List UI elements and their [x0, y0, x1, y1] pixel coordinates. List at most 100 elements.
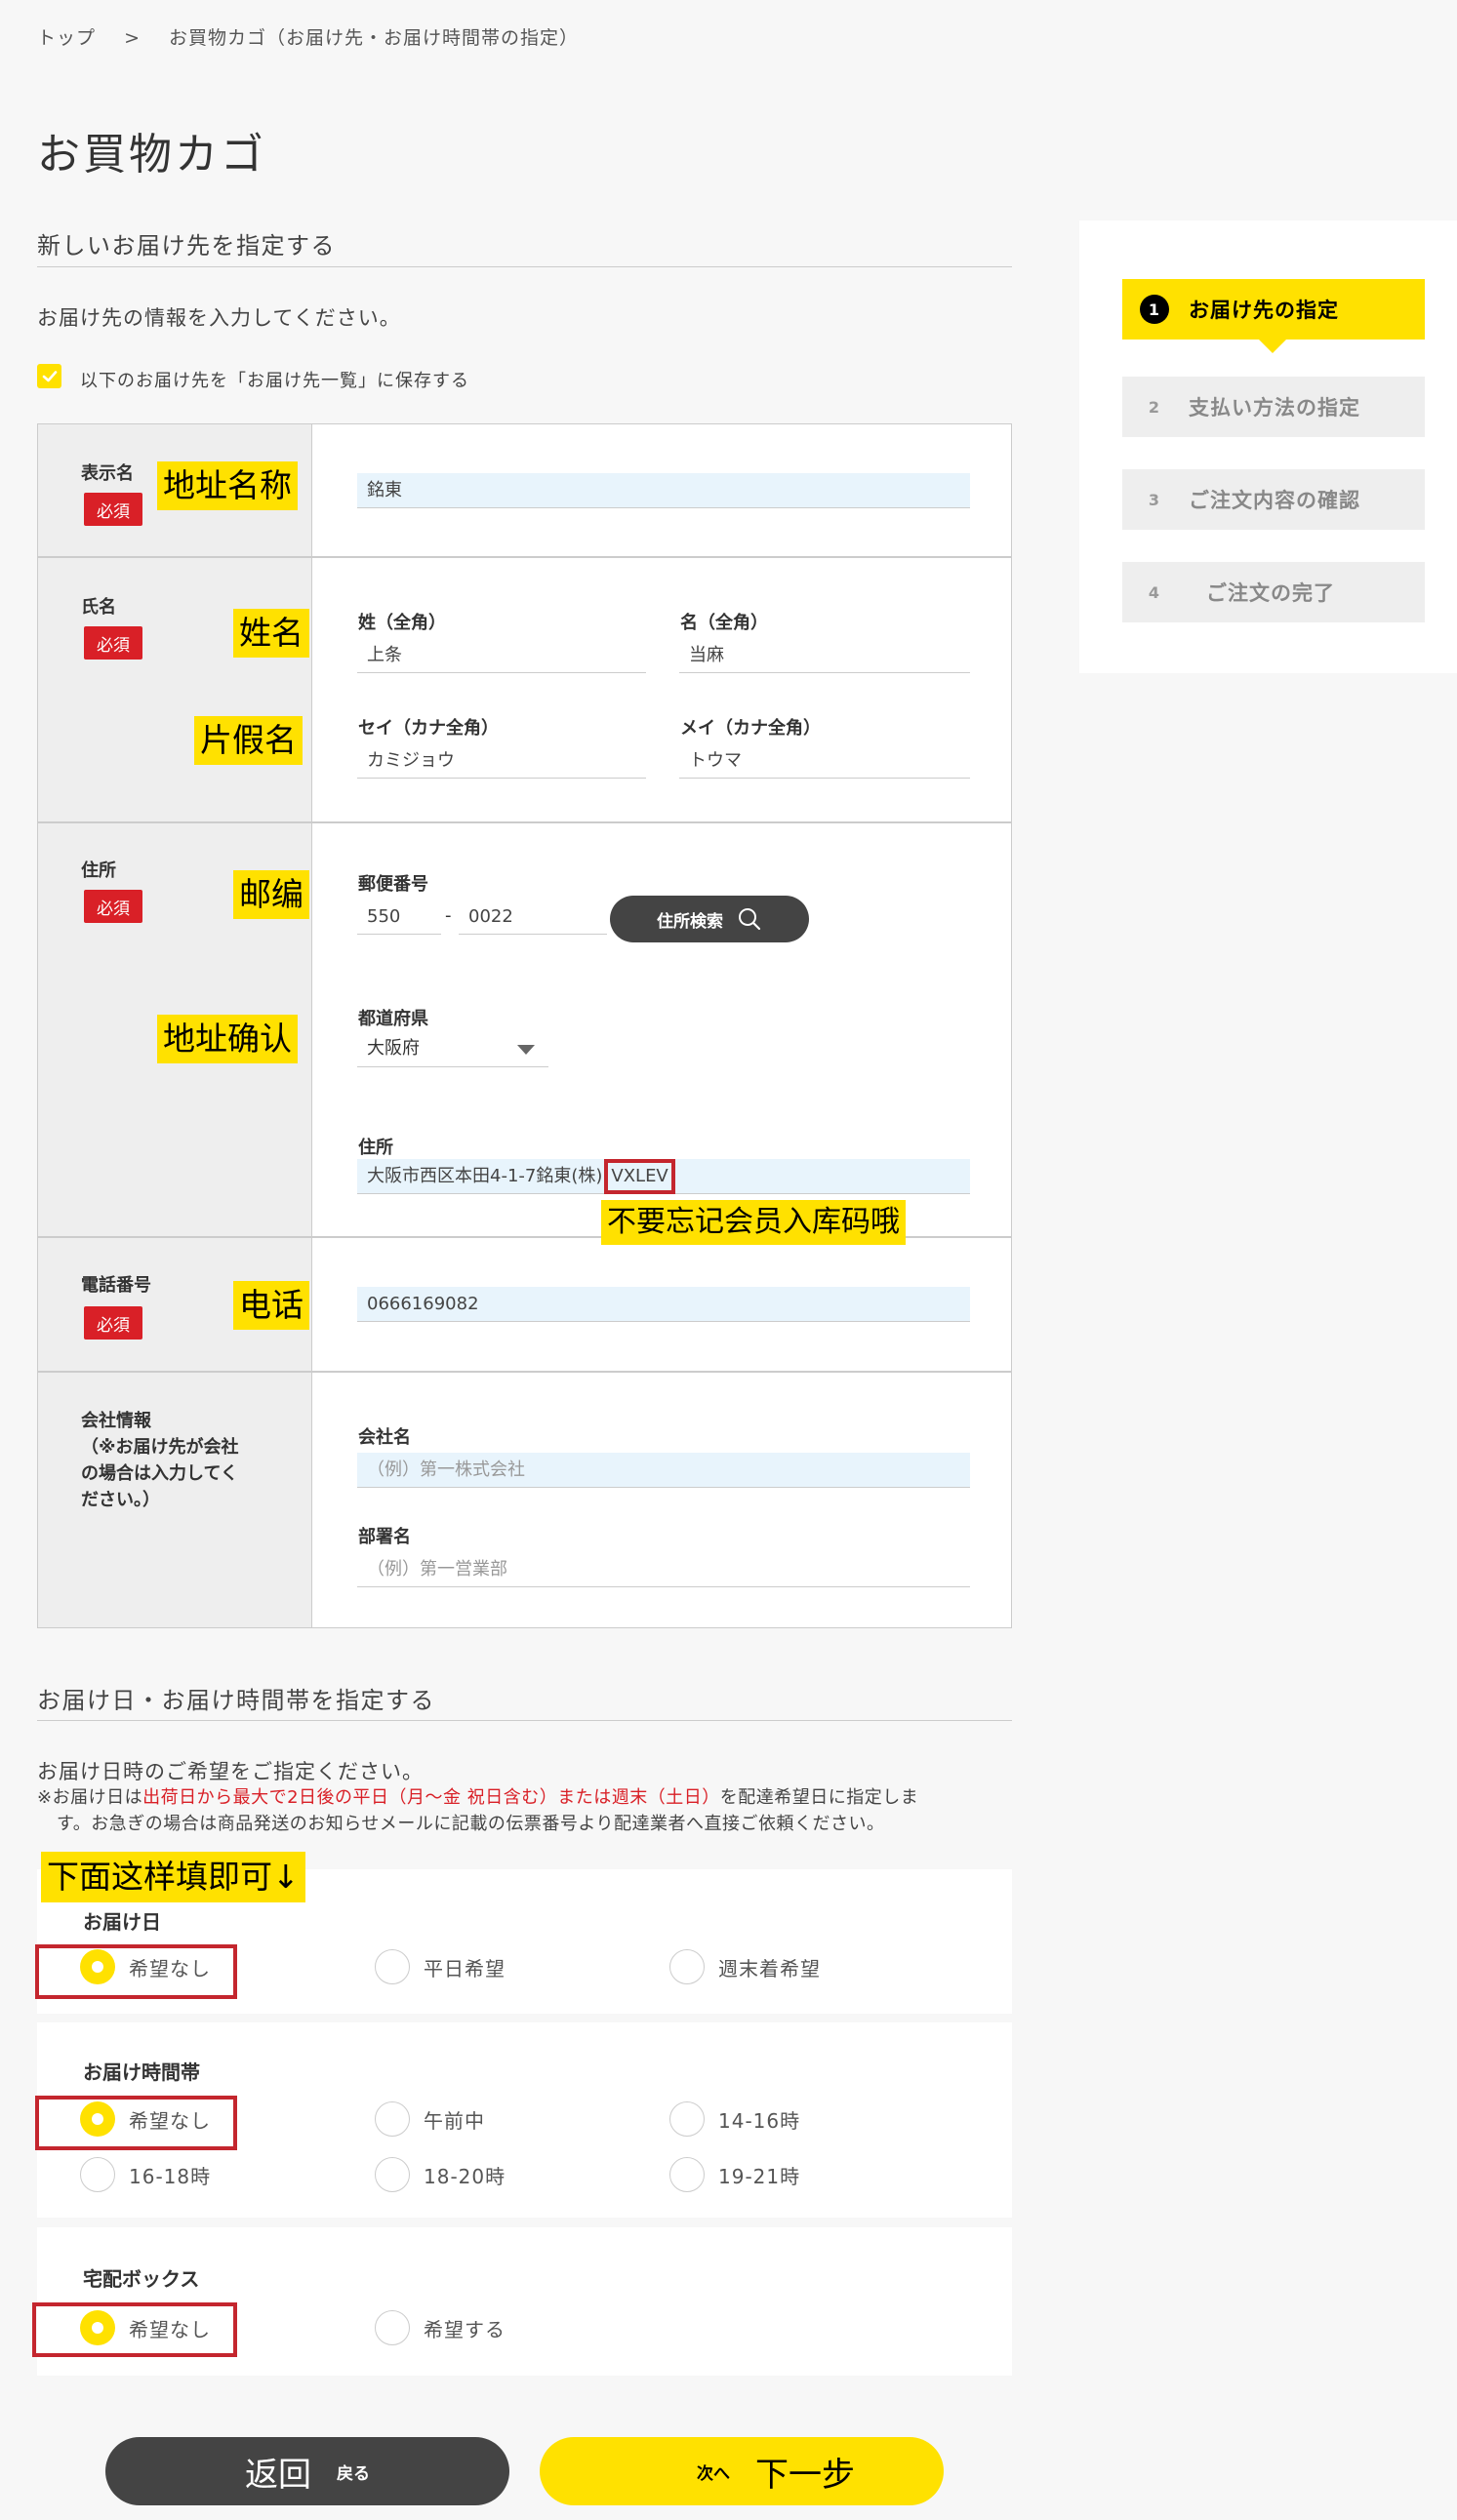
first-kana-label: メイ（カナ全角） [680, 718, 821, 739]
prefecture-label: 都道府県 [358, 1009, 428, 1029]
display-name-input[interactable]: 銘東 [357, 473, 970, 508]
step-3-confirm: 3 ご注文内容の確認 [1122, 469, 1425, 530]
first-name-label: 名（全角） [680, 613, 768, 633]
annotation-phone: 电话 [233, 1281, 309, 1330]
company-label-cell: 会社情報 （※お届け先が会社 の場合は入力してく ださい。） [38, 1373, 312, 1627]
breadcrumb-home-link[interactable]: トップ [37, 27, 96, 49]
radio-unselected [669, 2101, 705, 2137]
required-badge: 必須 [84, 626, 142, 660]
next-annotation: 下一步 [755, 2455, 855, 2495]
zip-first-input[interactable]: 550 [357, 900, 441, 935]
name-row: 氏名 必須 姓名 片假名 姓（全角） 上条 名（全角） 当麻 セイ（カナ全角） … [38, 558, 1011, 823]
company-row: 会社情報 （※お届け先が会社 の場合は入力してく ださい。） 会社名 （例）第一… [38, 1373, 1011, 1627]
department-input[interactable]: （例）第一営業部 [357, 1552, 970, 1587]
next-button[interactable]: 次へ 下一步 [540, 2437, 944, 2505]
breadcrumb-separator: > [124, 27, 141, 49]
step-pointer-arrow [1259, 340, 1286, 353]
last-name-label: 姓（全角） [358, 613, 446, 633]
delivery-date-title: お届け日 [83, 1910, 161, 1934]
step-number: 2 [1148, 397, 1161, 417]
company-info-label: 会社情報 （※お届け先が会社 の場合は入力してく ださい。） [81, 1411, 239, 1510]
name-label: 氏名 [81, 597, 116, 618]
first-name-input[interactable]: 当麻 [679, 638, 970, 673]
first-kana-input[interactable]: トウマ [679, 743, 970, 779]
zip-second-input[interactable]: 0022 [459, 900, 607, 935]
delivery-box-title: 宅配ボックス [83, 2267, 200, 2291]
address-label-cell: 住所 必須 邮编 地址确认 [38, 823, 312, 1236]
street-address-label: 住所 [358, 1138, 393, 1158]
department-label: 部署名 [358, 1527, 411, 1547]
step-label: 支払い方法の指定 [1189, 396, 1360, 420]
back-label: 戻る [337, 2463, 370, 2484]
zip-separator: - [445, 905, 452, 926]
checkout-steps: 1 お届け先の指定 2 支払い方法の指定 3 ご注文内容の確認 4 ご注文の完了 [1079, 220, 1457, 673]
delivery-intro-text: お届け日時のご希望をご指定ください。 [37, 1760, 424, 1783]
phone-label: 電話番号 [81, 1275, 151, 1296]
display-name-label-cell: 表示名 必須 地址名称 [38, 424, 312, 556]
radio-unselected [80, 2157, 115, 2192]
save-address-checkbox[interactable] [37, 364, 61, 388]
section-divider [37, 266, 1012, 267]
required-badge: 必須 [84, 1306, 142, 1340]
phone-row: 電話番号 必須 电话 0666169082 [38, 1238, 1011, 1373]
step-2-payment: 2 支払い方法の指定 [1122, 377, 1425, 437]
step-number: 3 [1148, 490, 1161, 509]
time-option-morning[interactable]: 午前中 [375, 2101, 485, 2137]
radio-unselected [669, 1949, 705, 1984]
breadcrumb-current: お買物カゴ（お届け先・お届け時間帯の指定） [169, 27, 580, 49]
step-1-address: 1 お届け先の指定 [1122, 279, 1425, 353]
phone-label-cell: 電話番号 必須 电话 [38, 1238, 312, 1371]
required-badge: 必須 [84, 493, 142, 526]
display-name-label: 表示名 [81, 463, 134, 484]
street-address-value: 大阪市西区本田4-1-7銘東(株) [367, 1166, 603, 1186]
display-name-value-cell: 銘東 [312, 424, 1011, 556]
company-name-input[interactable]: （例）第一株式会社 [357, 1453, 970, 1488]
phone-value-cell: 0666169082 [312, 1238, 1011, 1371]
time-option-19-21[interactable]: 19-21時 [669, 2157, 800, 2192]
zip-label: 郵便番号 [358, 874, 428, 895]
box-option-request[interactable]: 希望する [375, 2310, 506, 2345]
address-intro-text: お届け先の情報を入力してください。 [37, 306, 401, 330]
name-value-cell: 姓（全角） 上条 名（全角） 当麻 セイ（カナ全角） カミジョウ メイ（カナ全角… [312, 558, 1011, 821]
radio-unselected [375, 2101, 410, 2137]
address-form-table: 表示名 必須 地址名称 銘東 氏名 必須 姓名 片假名 姓（全角） 上条 名（全… [37, 423, 1012, 1628]
step-label: ご注文の完了 [1206, 581, 1335, 605]
phone-input[interactable]: 0666169082 [357, 1287, 970, 1322]
annotation-fill-below: 下面这样填即可↓ [41, 1852, 305, 1902]
display-name-row: 表示名 必須 地址名称 銘東 [38, 424, 1011, 558]
prefecture-value: 大阪府 [367, 1038, 420, 1059]
last-name-input[interactable]: 上条 [357, 638, 646, 673]
save-address-label: 以下のお届け先を「お届け先一覧」に保存する [80, 371, 469, 391]
highlight-frame [35, 1944, 237, 1999]
highlight-frame [35, 2096, 237, 2150]
highlight-frame [32, 2302, 237, 2357]
last-kana-input[interactable]: カミジョウ [357, 743, 646, 779]
annotation-display-name: 地址名称 [157, 461, 298, 510]
next-label: 次へ [697, 2463, 730, 2484]
last-kana-label: セイ（カナ全角） [358, 718, 499, 739]
annotation-address-confirm: 地址确认 [157, 1015, 298, 1063]
step-number: 1 [1140, 295, 1169, 324]
step-number: 4 [1148, 582, 1161, 602]
member-code-highlight: VXLEV [604, 1159, 675, 1194]
back-button[interactable]: 返回 戻る [105, 2437, 509, 2505]
address-search-button[interactable]: 住所検索 [610, 896, 809, 942]
radio-unselected [375, 2310, 410, 2345]
time-option-16-18[interactable]: 16-18時 [80, 2157, 211, 2192]
step-label: お届け先の指定 [1189, 299, 1339, 322]
annotation-name: 姓名 [233, 609, 309, 658]
date-option-weekend[interactable]: 週末着希望 [669, 1949, 821, 1984]
back-annotation: 返回 [245, 2455, 311, 2495]
section-divider [37, 1720, 1012, 1721]
date-option-weekday[interactable]: 平日希望 [375, 1949, 506, 1984]
time-option-14-16[interactable]: 14-16時 [669, 2101, 800, 2137]
step-4-complete: 4 ご注文の完了 [1122, 562, 1425, 622]
step-label: ご注文内容の確認 [1189, 489, 1360, 512]
delivery-note: ※お届け日は出荷日から最大で2日後の平日（月〜金 祝日含む）または週末（土日）を… [37, 1787, 919, 1834]
time-option-18-20[interactable]: 18-20時 [375, 2157, 506, 2192]
annotation-kana: 片假名 [194, 716, 303, 765]
annotation-zip: 邮编 [233, 870, 309, 919]
street-address-input[interactable]: 大阪市西区本田4-1-7銘東(株) VXLEV [357, 1159, 970, 1194]
address-search-label: 住所検索 [657, 911, 723, 932]
prefecture-select[interactable]: 大阪府 [357, 1030, 548, 1067]
